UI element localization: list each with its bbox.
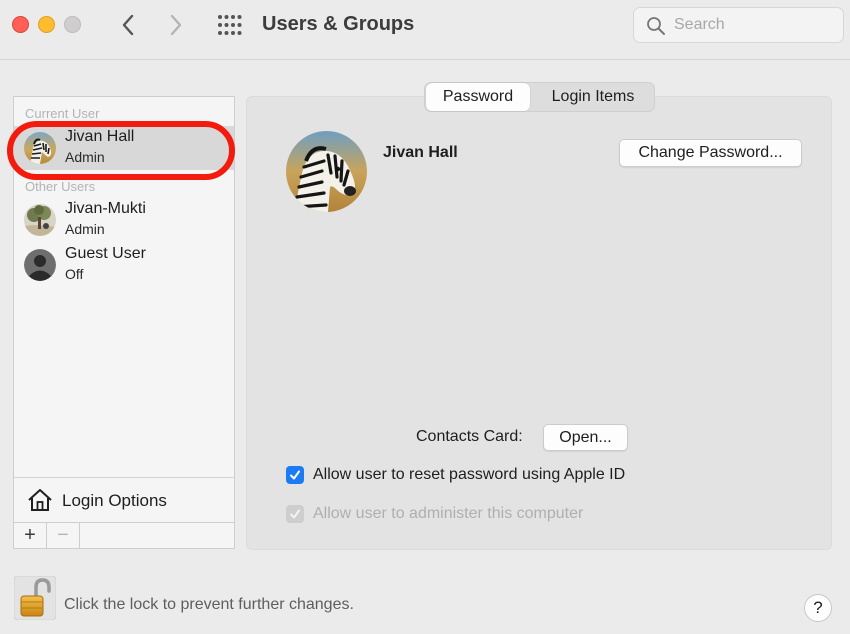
help-button[interactable]: ? (804, 594, 832, 622)
lock-button[interactable] (13, 575, 57, 621)
lock-icon (13, 575, 57, 621)
minimize-button[interactable] (38, 16, 55, 33)
chevron-right-icon (170, 14, 182, 36)
tab-login-items[interactable]: Login Items (531, 83, 655, 111)
allow-reset-checkbox[interactable] (286, 466, 304, 484)
add-user-button[interactable]: + (14, 523, 47, 549)
highlight-annotation (7, 121, 235, 180)
window-title: Users & Groups (262, 13, 415, 35)
avatar-tree (24, 204, 56, 236)
tab-password[interactable]: Password (426, 83, 530, 111)
other-users-label: Other Users (25, 179, 96, 194)
close-button[interactable] (12, 16, 29, 33)
forward-button[interactable] (162, 10, 190, 40)
tab-bar: Password Login Items (424, 82, 655, 112)
current-user-label: Current User (25, 106, 100, 121)
open-contacts-button[interactable]: Open... (543, 424, 628, 451)
user-row-guest[interactable]: Guest User Off (14, 243, 234, 287)
allow-admin-label: Allow user to administer this computer (313, 505, 584, 522)
lock-status-text: Click the lock to prevent further change… (64, 596, 354, 613)
change-password-button[interactable]: Change Password... (619, 139, 802, 167)
add-remove-bar: + − (14, 522, 234, 549)
allow-admin-checkbox-row[interactable]: Allow user to administer this computer (286, 505, 646, 527)
user-role: Admin (65, 221, 105, 237)
user-name: Guest User (65, 245, 146, 262)
search-field[interactable] (633, 7, 844, 43)
contacts-card-label: Contacts Card: (416, 428, 523, 445)
chevron-left-icon (122, 14, 134, 36)
selected-user-name: Jivan Hall (383, 144, 458, 161)
login-options-label: Login Options (62, 491, 167, 510)
allow-reset-checkbox-row[interactable]: Allow user to reset password using Apple… (286, 466, 686, 488)
toolbar: Users & Groups (0, 0, 850, 60)
user-name: Jivan-Mukti (65, 200, 146, 217)
checkmark-icon (290, 509, 300, 519)
avatar-guest-icon (24, 249, 56, 281)
allow-admin-checkbox[interactable] (286, 505, 304, 523)
user-role: Off (65, 266, 84, 282)
user-avatar-large[interactable] (286, 131, 367, 212)
user-row-jivan-mukti[interactable]: Jivan-Mukti Admin (14, 198, 234, 242)
checkmark-icon (290, 470, 300, 480)
allow-reset-label: Allow user to reset password using Apple… (313, 466, 626, 483)
search-icon (647, 17, 665, 35)
zoom-button[interactable] (64, 16, 81, 33)
back-button[interactable] (114, 10, 142, 40)
grid-icon[interactable] (217, 14, 243, 36)
search-input[interactable] (674, 14, 834, 36)
house-icon (28, 489, 52, 511)
login-options-item[interactable]: Login Options (14, 477, 234, 522)
remove-user-button[interactable]: − (47, 523, 80, 549)
